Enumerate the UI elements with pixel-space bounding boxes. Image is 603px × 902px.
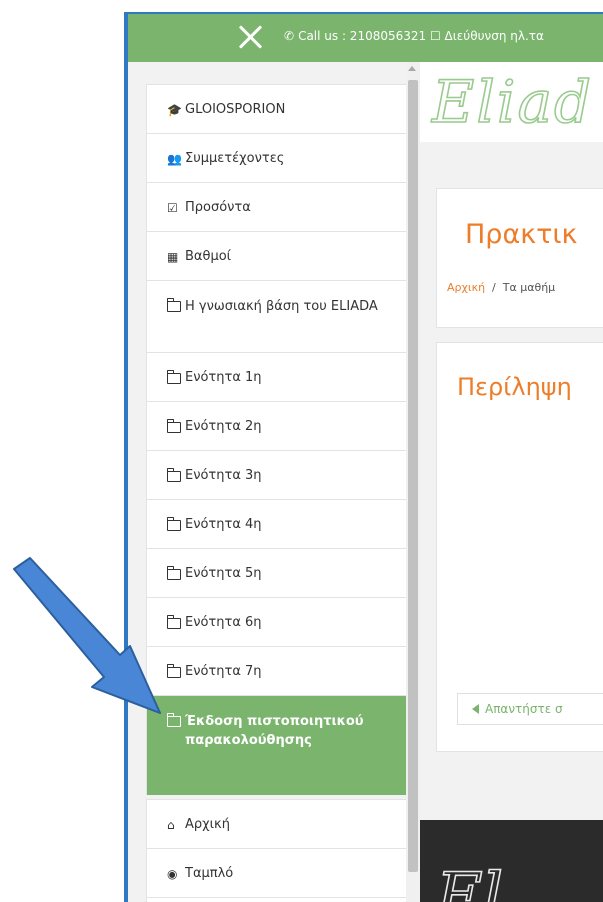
sidebar-item-more[interactable] bbox=[146, 897, 406, 902]
annotation-arrow-icon bbox=[13, 557, 161, 714]
contact-text: Call us : 2108056321 ☐ Διεύθυνση ηλ.τα bbox=[298, 29, 544, 43]
sidebar-item-section-2[interactable]: Ενότητα 2η bbox=[146, 401, 406, 450]
sidebar-item-label: Ταμπλό bbox=[185, 865, 234, 881]
header-logo-area: Eliad bbox=[420, 62, 603, 142]
sidebar-item-section-5[interactable]: Ενότητα 5η bbox=[146, 548, 406, 597]
close-icon[interactable] bbox=[238, 24, 264, 50]
sidebar-item-label: Ενότητα 4η bbox=[185, 516, 262, 532]
dashboard-icon: ◉ bbox=[167, 866, 178, 881]
sidebar-item-section-3[interactable]: Ενότητα 3η bbox=[146, 450, 406, 499]
sidebar-item-label: Η γνωσιακή βάση του ELIADA bbox=[185, 299, 378, 314]
sidebar-item-section-1[interactable]: Ενότητα 1η bbox=[146, 352, 406, 401]
sidebar-item-section-6[interactable]: Ενότητα 6η bbox=[146, 597, 406, 646]
page-title: Πρακτικ bbox=[465, 219, 578, 250]
sidebar-item-label: Ενότητα 5η bbox=[185, 565, 262, 581]
sidebar-scrollbar[interactable] bbox=[406, 62, 420, 902]
sidebar-item-home[interactable]: ⌂ Αρχική bbox=[146, 799, 406, 848]
sidebar-item-label: Αρχική bbox=[185, 816, 230, 832]
phone-icon: ✆ bbox=[284, 29, 295, 43]
sidebar-item-label: Έκδοση πιστοποιητικού παρακολούθησης bbox=[185, 714, 364, 748]
contact-info: ✆ Call us : 2108056321 ☐ Διεύθυνση ηλ.τα bbox=[284, 29, 544, 43]
sidebar-item-section-7[interactable]: Ενότητα 7η bbox=[146, 646, 406, 695]
sidebar-item-dashboard[interactable]: ◉ Ταμπλό bbox=[146, 848, 406, 897]
sidebar-item-label: Ενότητα 1η bbox=[185, 369, 262, 385]
sidebar-item-label: Συμμετέχοντες bbox=[185, 150, 285, 166]
sidebar-item-label: Προσόντα bbox=[185, 199, 251, 215]
sidebar-item-label: Ενότητα 2η bbox=[185, 418, 262, 434]
top-bar: ✆ Call us : 2108056321 ☐ Διεύθυνση ηλ.τα bbox=[128, 14, 603, 62]
breadcrumb-current[interactable]: Τα μαθήμ bbox=[503, 281, 555, 294]
triangle-left-icon bbox=[472, 704, 479, 714]
breadcrumb-separator: / bbox=[492, 281, 496, 294]
scroll-up-icon[interactable] bbox=[408, 66, 416, 71]
home-icon: ⌂ bbox=[167, 817, 175, 832]
answer-button-label: Απαντήστε σ bbox=[485, 702, 563, 716]
users-icon: 👥 bbox=[167, 151, 182, 166]
sidebar-item-gloiosporion[interactable]: 🎓 GLOIOSPORION bbox=[146, 84, 406, 133]
sidebar: 🎓 GLOIOSPORION 👥 Συμμετέχοντες ☑ Προσόντ… bbox=[128, 62, 406, 902]
sidebar-item-label: GLOIOSPORION bbox=[185, 101, 286, 117]
sidebar-item-participants[interactable]: 👥 Συμμετέχοντες bbox=[146, 133, 406, 182]
breadcrumb-home-link[interactable]: Αρχική bbox=[447, 281, 485, 294]
sidebar-item-label: Ενότητα 6η bbox=[185, 614, 262, 630]
breadcrumb: Αρχική / Τα μαθήμ bbox=[447, 281, 555, 294]
sidebar-item-certificate[interactable]: Έκδοση πιστοποιητικού παρακολούθησης bbox=[146, 695, 406, 795]
folder-icon bbox=[166, 369, 185, 386]
site-logo[interactable]: Eliad bbox=[431, 67, 593, 137]
folder-icon bbox=[166, 418, 185, 435]
content-card: Περίληψη Απαντήστε σ bbox=[436, 342, 603, 752]
answer-button[interactable]: Απαντήστε σ bbox=[457, 693, 603, 725]
folder-icon bbox=[166, 467, 185, 484]
page-header-card: Πρακτικ Αρχική / Τα μαθήμ bbox=[436, 188, 603, 328]
summary-heading: Περίληψη bbox=[457, 373, 572, 401]
table-icon: ▦ bbox=[167, 249, 179, 264]
sidebar-item-label: Ενότητα 3η bbox=[185, 467, 262, 483]
scroll-thumb[interactable] bbox=[408, 80, 418, 872]
folder-icon bbox=[166, 516, 185, 533]
footer-logo: El bbox=[435, 859, 504, 902]
sidebar-nav: 🎓 GLOIOSPORION 👥 Συμμετέχοντες ☑ Προσόντ… bbox=[146, 84, 406, 902]
folder-icon bbox=[166, 298, 185, 314]
page-footer: El bbox=[420, 820, 603, 902]
graduation-cap-icon: 🎓 bbox=[167, 102, 182, 117]
sidebar-item-label: Βαθμοί bbox=[185, 248, 232, 264]
checkbox-icon: ☑ bbox=[167, 200, 178, 215]
sidebar-item-grades[interactable]: ▦ Βαθμοί bbox=[146, 231, 406, 280]
sidebar-item-section-4[interactable]: Ενότητα 4η bbox=[146, 499, 406, 548]
sidebar-item-knowledge-base[interactable]: Η γνωσιακή βάση του ELIADA bbox=[146, 280, 406, 352]
sidebar-item-label: Ενότητα 7η bbox=[185, 663, 262, 679]
main-content: Eliad Πρακτικ Αρχική / Τα μαθήμ Περίληψη… bbox=[420, 62, 603, 902]
sidebar-item-competencies[interactable]: ☑ Προσόντα bbox=[146, 182, 406, 231]
